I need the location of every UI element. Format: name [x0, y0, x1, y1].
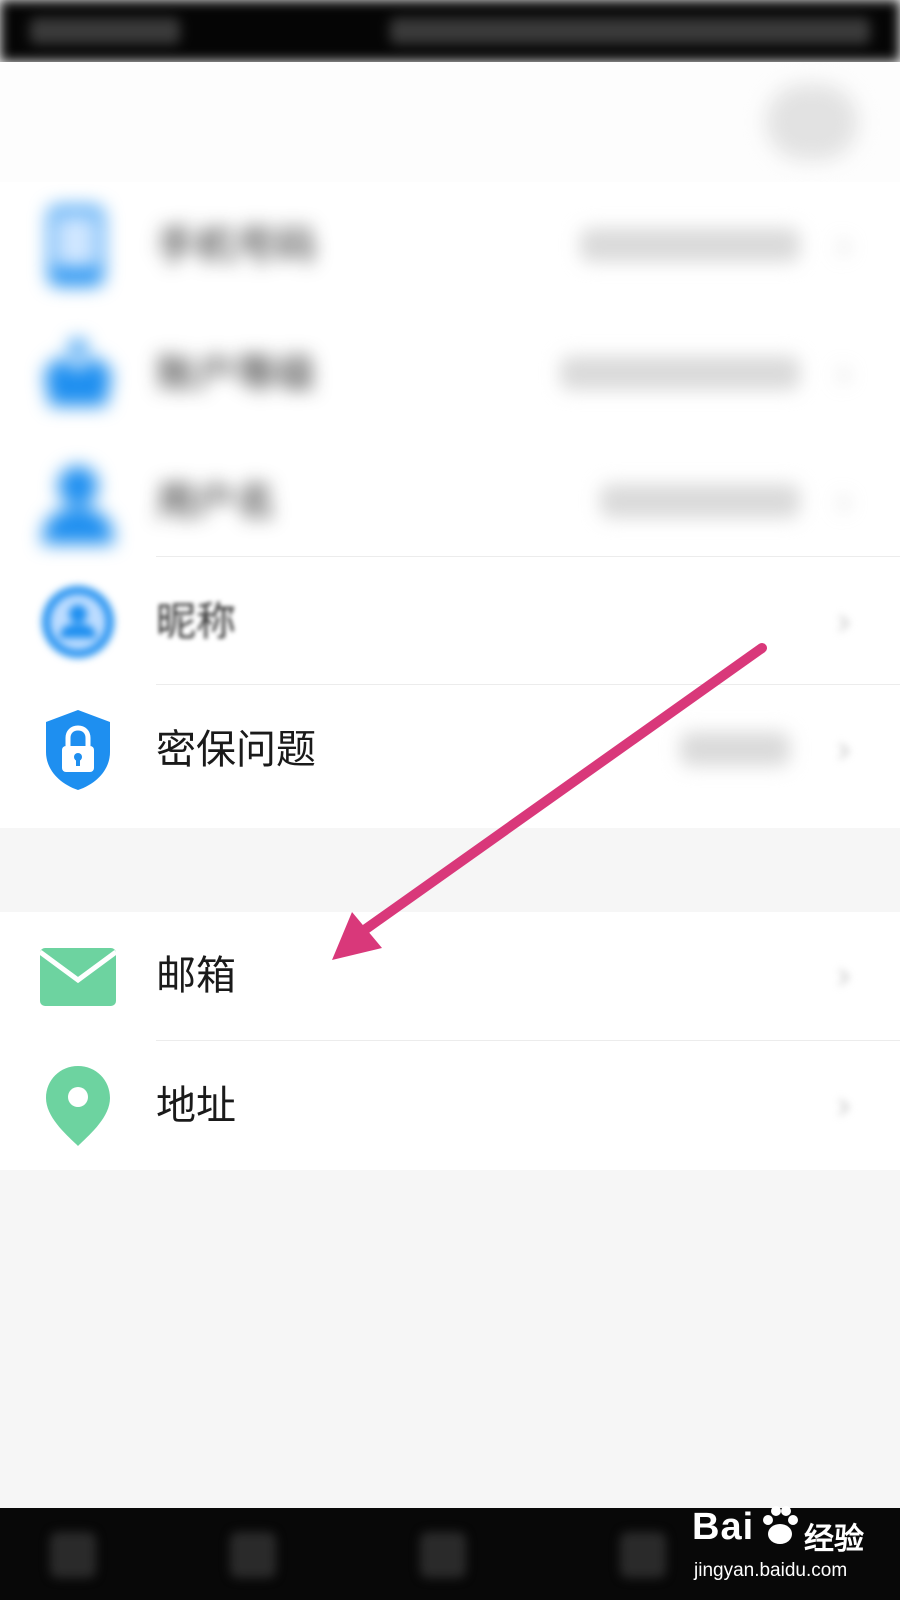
- chevron-right-icon: ›: [836, 953, 852, 999]
- account-info-group: 手机号码 › 账户等级 › 用户名 › 昵称 › 密保问题 ›: [0, 182, 900, 828]
- location-pin-icon: [46, 1066, 110, 1146]
- menu-row-label: 昵称: [156, 599, 236, 645]
- menu-row-label: 邮箱: [156, 953, 236, 999]
- contact-info-group: 邮箱 › 地址 ›: [0, 912, 900, 1170]
- top-bar: [0, 62, 900, 182]
- account-level-value: [560, 356, 800, 390]
- status-bar-carrier: [30, 18, 180, 44]
- row-divider: [156, 684, 900, 685]
- shield-lock-icon: [46, 710, 110, 790]
- baidu-jingyan-watermark: Bai 经验 jingyan.baidu.com: [690, 1500, 870, 1590]
- phone-value: [580, 228, 800, 262]
- nav-menu-icon[interactable]: [50, 1532, 96, 1578]
- status-bar-indicators: [390, 18, 870, 44]
- menu-row-address[interactable]: 地址 ›: [0, 1042, 900, 1170]
- menu-row-nickname[interactable]: 昵称 ›: [0, 558, 900, 686]
- nav-back-icon[interactable]: [230, 1532, 276, 1578]
- status-bar: [0, 0, 900, 62]
- menu-row-label: 账户等级: [156, 351, 316, 397]
- user-icon: [42, 466, 114, 544]
- chevron-right-icon: ›: [836, 599, 852, 645]
- nav-recent-icon[interactable]: [620, 1532, 666, 1578]
- menu-row-label: 手机号码: [156, 223, 316, 269]
- nav-home-icon[interactable]: [420, 1532, 466, 1578]
- row-divider: [156, 556, 900, 557]
- header-avatar[interactable]: [766, 84, 858, 160]
- watermark-brand: Bai: [692, 1506, 755, 1548]
- mail-icon: [38, 948, 118, 1006]
- crown-icon: [44, 339, 112, 406]
- menu-row-label: 密保问题: [156, 727, 316, 773]
- username-value: [600, 484, 800, 518]
- menu-row-username[interactable]: 用户名 ›: [0, 438, 900, 566]
- chevron-right-icon: ›: [836, 223, 852, 269]
- paw-logo-icon: [763, 1506, 798, 1544]
- menu-row-email[interactable]: 邮箱 ›: [0, 912, 900, 1040]
- menu-row-security-question[interactable]: 密保问题 ›: [0, 686, 900, 814]
- menu-row-label: 地址: [156, 1083, 236, 1129]
- menu-row-account-level[interactable]: 账户等级 ›: [0, 310, 900, 438]
- security-question-value: [680, 732, 790, 766]
- chevron-right-icon: ›: [836, 479, 852, 525]
- menu-row-label: 用户名: [156, 479, 276, 525]
- profile-circle-icon: [42, 586, 114, 658]
- watermark-url: jingyan.baidu.com: [694, 1560, 848, 1581]
- chevron-right-icon: ›: [836, 351, 852, 397]
- watermark-cn: 经验: [804, 1522, 864, 1557]
- phone-icon: [48, 206, 104, 286]
- menu-row-phone[interactable]: 手机号码 ›: [0, 182, 900, 310]
- chevron-right-icon: ›: [836, 727, 852, 773]
- chevron-right-icon: ›: [836, 1083, 852, 1129]
- row-divider: [156, 1040, 900, 1041]
